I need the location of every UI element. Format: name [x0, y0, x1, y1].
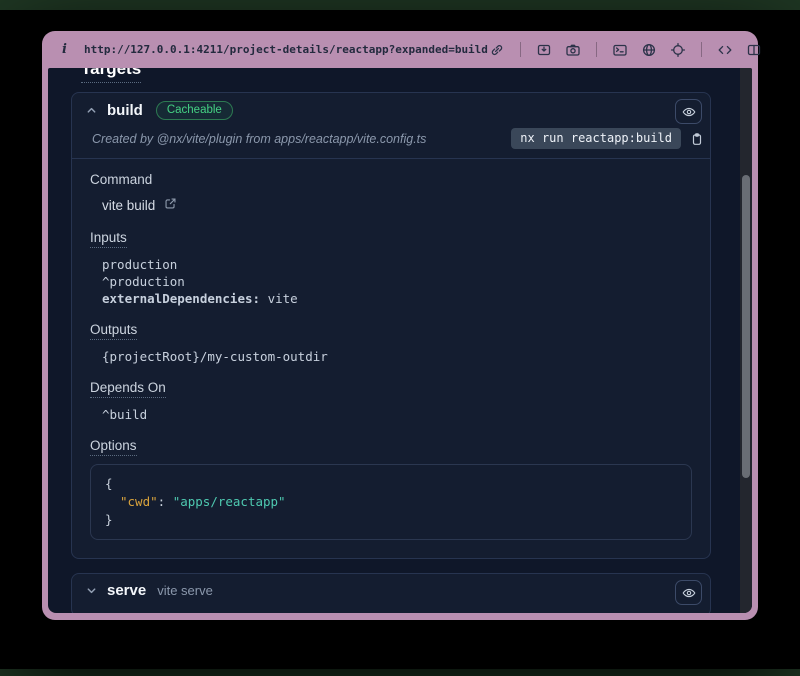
copy-icon[interactable] — [690, 132, 704, 146]
browser-window: i http://127.0.0.1:4211/project-details/… — [42, 31, 758, 620]
toolbar-separator — [520, 42, 521, 57]
serve-card-header[interactable]: serve vite serve — [72, 574, 710, 605]
globe-icon[interactable] — [640, 41, 658, 59]
desktop-background-bottom — [0, 669, 800, 676]
crosshair-icon[interactable] — [669, 41, 687, 59]
toolbar-separator — [701, 42, 702, 57]
outputs-label[interactable]: Outputs — [90, 322, 137, 340]
code-icon[interactable] — [716, 41, 734, 59]
created-by-text: Created by @nx/vite/plugin from apps/rea… — [92, 132, 426, 146]
options-section: Options { "cwd": "apps/reactapp" } — [90, 437, 692, 540]
depends-on-item: ^build — [102, 406, 692, 423]
camera-icon[interactable] — [564, 41, 582, 59]
options-json-block: { "cwd": "apps/reactapp" } — [90, 464, 692, 540]
project-details-content: Targets build Cacheable Created by @nx/v… — [48, 68, 740, 613]
run-command-chip: nx run reactapp:build — [511, 128, 681, 149]
build-card-body: Command vite build Inputs production — [72, 158, 710, 558]
split-panel-icon[interactable] — [745, 41, 763, 59]
browser-toolbar: i http://127.0.0.1:4211/project-details/… — [42, 31, 758, 68]
target-card-build: build Cacheable Created by @nx/vite/plug… — [71, 92, 711, 559]
toolbar-separator — [596, 42, 597, 57]
external-link-icon[interactable] — [164, 197, 177, 213]
command-value: vite build — [102, 198, 155, 213]
save-frame-icon[interactable] — [535, 41, 553, 59]
depends-on-label[interactable]: Depends On — [90, 380, 166, 398]
build-card-header[interactable]: build Cacheable — [72, 93, 710, 126]
view-details-button[interactable] — [675, 580, 702, 605]
outputs-section: Outputs {projectRoot}/my-custom-outdir — [90, 321, 692, 365]
build-card-subheader: Created by @nx/vite/plugin from apps/rea… — [72, 126, 710, 158]
targets-heading[interactable]: Targets — [81, 68, 141, 83]
json-cwd-line: "cwd": "apps/reactapp" — [105, 493, 677, 511]
output-item: {projectRoot}/my-custom-outdir — [102, 348, 692, 365]
inputs-label[interactable]: Inputs — [90, 230, 127, 248]
view-details-button[interactable] — [675, 99, 702, 124]
options-label[interactable]: Options — [90, 438, 137, 456]
inputs-section: Inputs production ^production externalDe… — [90, 229, 692, 307]
input-item: externalDependencies: vite — [102, 290, 692, 307]
chevron-up-icon[interactable] — [86, 105, 97, 116]
input-item: ^production — [102, 273, 692, 290]
input-item: production — [102, 256, 692, 273]
json-open-brace: { — [105, 475, 677, 493]
target-name: build — [107, 102, 143, 119]
json-close-brace: } — [105, 511, 677, 529]
page-viewport: Targets build Cacheable Created by @nx/v… — [48, 68, 752, 613]
command-label: Command — [90, 172, 152, 187]
toolbar-actions — [488, 41, 763, 59]
command-section: Command vite build — [90, 171, 692, 213]
info-icon: i — [62, 42, 67, 57]
scrollbar-track[interactable] — [740, 68, 752, 613]
desktop-background-top — [0, 0, 800, 10]
target-card-serve: serve vite serve — [71, 573, 711, 613]
cacheable-badge: Cacheable — [156, 101, 233, 120]
scrollbar-thumb[interactable] — [742, 175, 750, 478]
link-icon[interactable] — [488, 41, 506, 59]
terminal-icon[interactable] — [611, 41, 629, 59]
chevron-down-icon[interactable] — [86, 585, 97, 596]
url-bar[interactable]: http://127.0.0.1:4211/project-details/re… — [84, 43, 488, 56]
serve-command-text: vite serve — [157, 583, 213, 598]
target-name: serve — [107, 582, 146, 599]
depends-on-section: Depends On ^build — [90, 379, 692, 423]
